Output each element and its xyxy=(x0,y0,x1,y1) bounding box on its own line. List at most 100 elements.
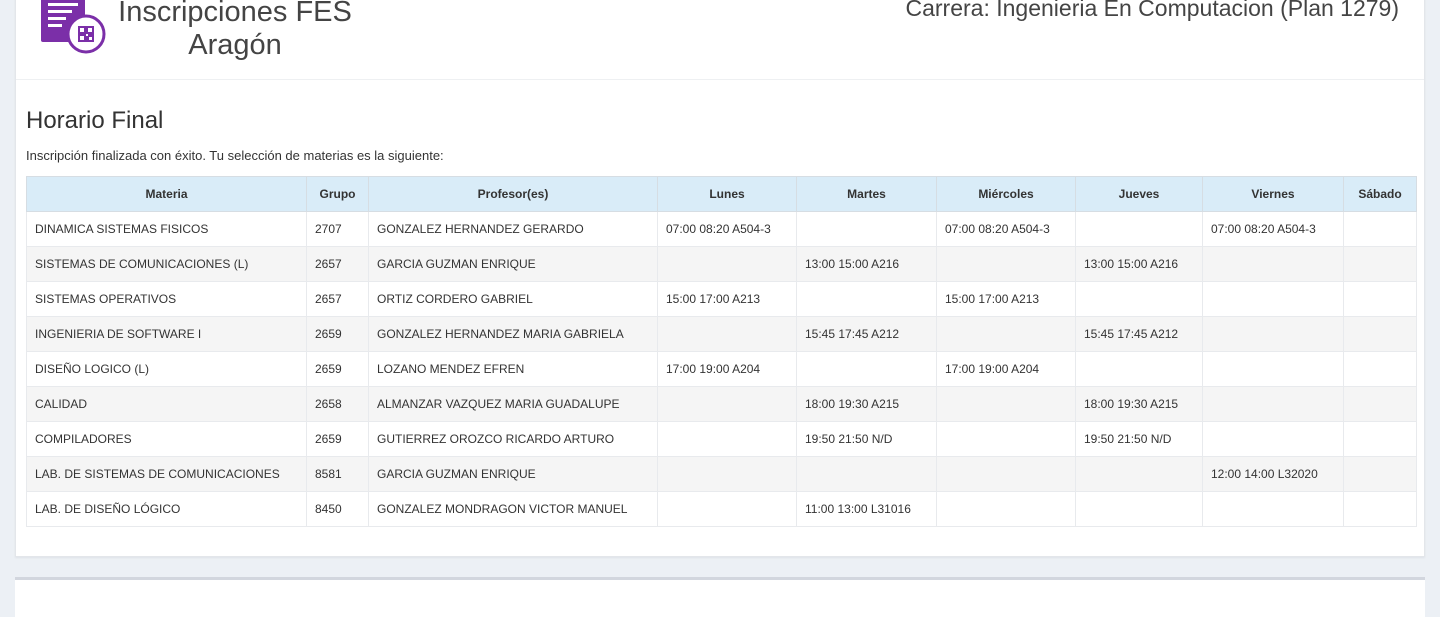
cell-profesor: LOZANO MENDEZ EFREN xyxy=(368,351,658,387)
cell-viernes xyxy=(1202,281,1344,317)
cell-martes: 19:50 21:50 N/D xyxy=(796,421,937,457)
cell-materia: LAB. DE DISEÑO LÓGICO xyxy=(26,491,307,527)
cell-jueves: 15:45 17:45 A212 xyxy=(1075,316,1203,352)
cell-viernes xyxy=(1202,316,1344,352)
cell-lunes xyxy=(657,491,797,527)
table-row: COMPILADORES 2659 GUTIERREZ OROZCO RICARDO… xyxy=(26,421,1417,457)
cell-viernes: 12:00 14:00 L32020 xyxy=(1202,456,1344,492)
cell-grupo: 8581 xyxy=(306,456,369,492)
table-header-row: Materia Grupo Profesor(es) Lunes Martes Miérc… xyxy=(26,176,1417,212)
cell-sabado xyxy=(1343,351,1417,387)
cell-miercoles xyxy=(936,456,1076,492)
table-row: DISEÑO LOGICO (L) 2659 LOZANO MENDEZ EFREN… xyxy=(26,351,1417,387)
cell-sabado xyxy=(1343,386,1417,422)
cell-jueves: 19:50 21:50 N/D xyxy=(1075,421,1203,457)
table-row: INGENIERIA DE SOFTWARE I 2659 GONZALEZ HER… xyxy=(26,316,1417,352)
cell-martes xyxy=(796,351,937,387)
cell-martes: 11:00 13:00 L31016 xyxy=(796,491,937,527)
column-header-jueves: Jueves xyxy=(1075,176,1203,212)
cell-lunes: 07:00 08:20 A504-3 xyxy=(657,211,797,247)
cell-grupo: 2658 xyxy=(306,386,369,422)
cell-materia: SISTEMAS OPERATIVOS xyxy=(26,281,307,317)
cell-martes xyxy=(796,211,937,247)
cell-profesor: GARCIA GUZMAN ENRIQUE xyxy=(368,246,658,282)
cell-lunes: 17:00 19:00 A204 xyxy=(657,351,797,387)
page-header: Inscripciones FES Aragón Carrera: Ingeni… xyxy=(16,0,1424,80)
cell-grupo: 2659 xyxy=(306,351,369,387)
cell-jueves xyxy=(1075,211,1203,247)
cell-jueves xyxy=(1075,351,1203,387)
section-title: Horario Final xyxy=(26,107,164,134)
cell-miercoles xyxy=(936,316,1076,352)
cell-profesor: ORTIZ CORDERO GABRIEL xyxy=(368,281,658,317)
cell-jueves: 18:00 19:30 A215 xyxy=(1075,386,1203,422)
cell-miercoles: 07:00 08:20 A504-3 xyxy=(936,211,1076,247)
cell-materia: LAB. DE SISTEMAS DE COMUNICACIONES xyxy=(26,456,307,492)
cell-materia: CALIDAD xyxy=(26,386,307,422)
cell-viernes xyxy=(1202,386,1344,422)
table-row: SISTEMAS OPERATIVOS 2657 ORTIZ CORDERO GAB… xyxy=(26,281,1417,317)
column-header-martes: Martes xyxy=(796,176,937,212)
app-title: Inscripciones FES Aragón xyxy=(118,0,352,61)
cell-sabado xyxy=(1343,456,1417,492)
schedule-card: Inscripciones FES Aragón Carrera: Ingeni… xyxy=(15,0,1425,557)
cell-miercoles xyxy=(936,386,1076,422)
cell-martes: 13:00 15:00 A216 xyxy=(796,246,937,282)
cell-martes: 15:45 17:45 A212 xyxy=(796,316,937,352)
cell-profesor: GONZALEZ HERNANDEZ MARIA GABRIELA xyxy=(368,316,658,352)
cell-grupo: 2657 xyxy=(306,281,369,317)
cell-lunes xyxy=(657,456,797,492)
column-header-materia: Materia xyxy=(26,176,307,212)
cell-sabado xyxy=(1343,246,1417,282)
cell-martes: 18:00 19:30 A215 xyxy=(796,386,937,422)
cell-grupo: 2659 xyxy=(306,421,369,457)
cell-viernes xyxy=(1202,246,1344,282)
cell-miercoles: 17:00 19:00 A204 xyxy=(936,351,1076,387)
secondary-card xyxy=(15,577,1425,617)
cell-profesor: ALMANZAR VAZQUEZ MARIA GUADALUPE xyxy=(368,386,658,422)
cell-jueves xyxy=(1075,491,1203,527)
success-message: Inscripción finalizada con éxito. Tu sel… xyxy=(26,148,444,163)
cell-miercoles xyxy=(936,421,1076,457)
column-header-miercoles: Miércoles xyxy=(936,176,1076,212)
cell-profesor: GARCIA GUZMAN ENRIQUE xyxy=(368,456,658,492)
cell-lunes xyxy=(657,246,797,282)
cell-sabado xyxy=(1343,316,1417,352)
column-header-viernes: Viernes xyxy=(1202,176,1344,212)
cell-sabado xyxy=(1343,491,1417,527)
cell-sabado xyxy=(1343,211,1417,247)
cell-sabado xyxy=(1343,281,1417,317)
cell-profesor: GONZALEZ MONDRAGON VICTOR MANUEL xyxy=(368,491,658,527)
table-row: LAB. DE SISTEMAS DE COMUNICACIONES 8581 GA… xyxy=(26,456,1417,492)
career-label: Carrera: Ingenieria En Computacion (Plan… xyxy=(905,0,1400,21)
cell-miercoles: 15:00 17:00 A213 xyxy=(936,281,1076,317)
cell-jueves xyxy=(1075,281,1203,317)
cell-viernes xyxy=(1202,421,1344,457)
table-row: DINAMICA SISTEMAS FISICOS 2707 GONZALEZ HE… xyxy=(26,211,1417,247)
cell-viernes xyxy=(1202,491,1344,527)
cell-jueves xyxy=(1075,456,1203,492)
table-row: SISTEMAS DE COMUNICACIONES (L) 2657 GARCIA… xyxy=(26,246,1417,282)
cell-martes xyxy=(796,456,937,492)
cell-lunes xyxy=(657,421,797,457)
table-row: CALIDAD 2658 ALMANZAR VAZQUEZ MARIA GUADAL… xyxy=(26,386,1417,422)
cell-materia: INGENIERIA DE SOFTWARE I xyxy=(26,316,307,352)
cell-lunes xyxy=(657,386,797,422)
cell-materia: DINAMICA SISTEMAS FISICOS xyxy=(26,211,307,247)
cell-viernes xyxy=(1202,351,1344,387)
cell-lunes: 15:00 17:00 A213 xyxy=(657,281,797,317)
column-header-grupo: Grupo xyxy=(306,176,369,212)
cell-materia: COMPILADORES xyxy=(26,421,307,457)
cell-sabado xyxy=(1343,421,1417,457)
cell-martes xyxy=(796,281,937,317)
cell-profesor: GUTIERREZ OROZCO RICARDO ARTURO xyxy=(368,421,658,457)
cell-grupo: 2659 xyxy=(306,316,369,352)
document-qr-logo-icon xyxy=(41,0,106,54)
column-header-profesor: Profesor(es) xyxy=(368,176,658,212)
cell-grupo: 8450 xyxy=(306,491,369,527)
cell-profesor: GONZALEZ HERNANDEZ GERARDO xyxy=(368,211,658,247)
cell-materia: DISEÑO LOGICO (L) xyxy=(26,351,307,387)
column-header-lunes: Lunes xyxy=(657,176,797,212)
cell-materia: SISTEMAS DE COMUNICACIONES (L) xyxy=(26,246,307,282)
schedule-table: Materia Grupo Profesor(es) Lunes Martes Miérc… xyxy=(26,176,1417,527)
